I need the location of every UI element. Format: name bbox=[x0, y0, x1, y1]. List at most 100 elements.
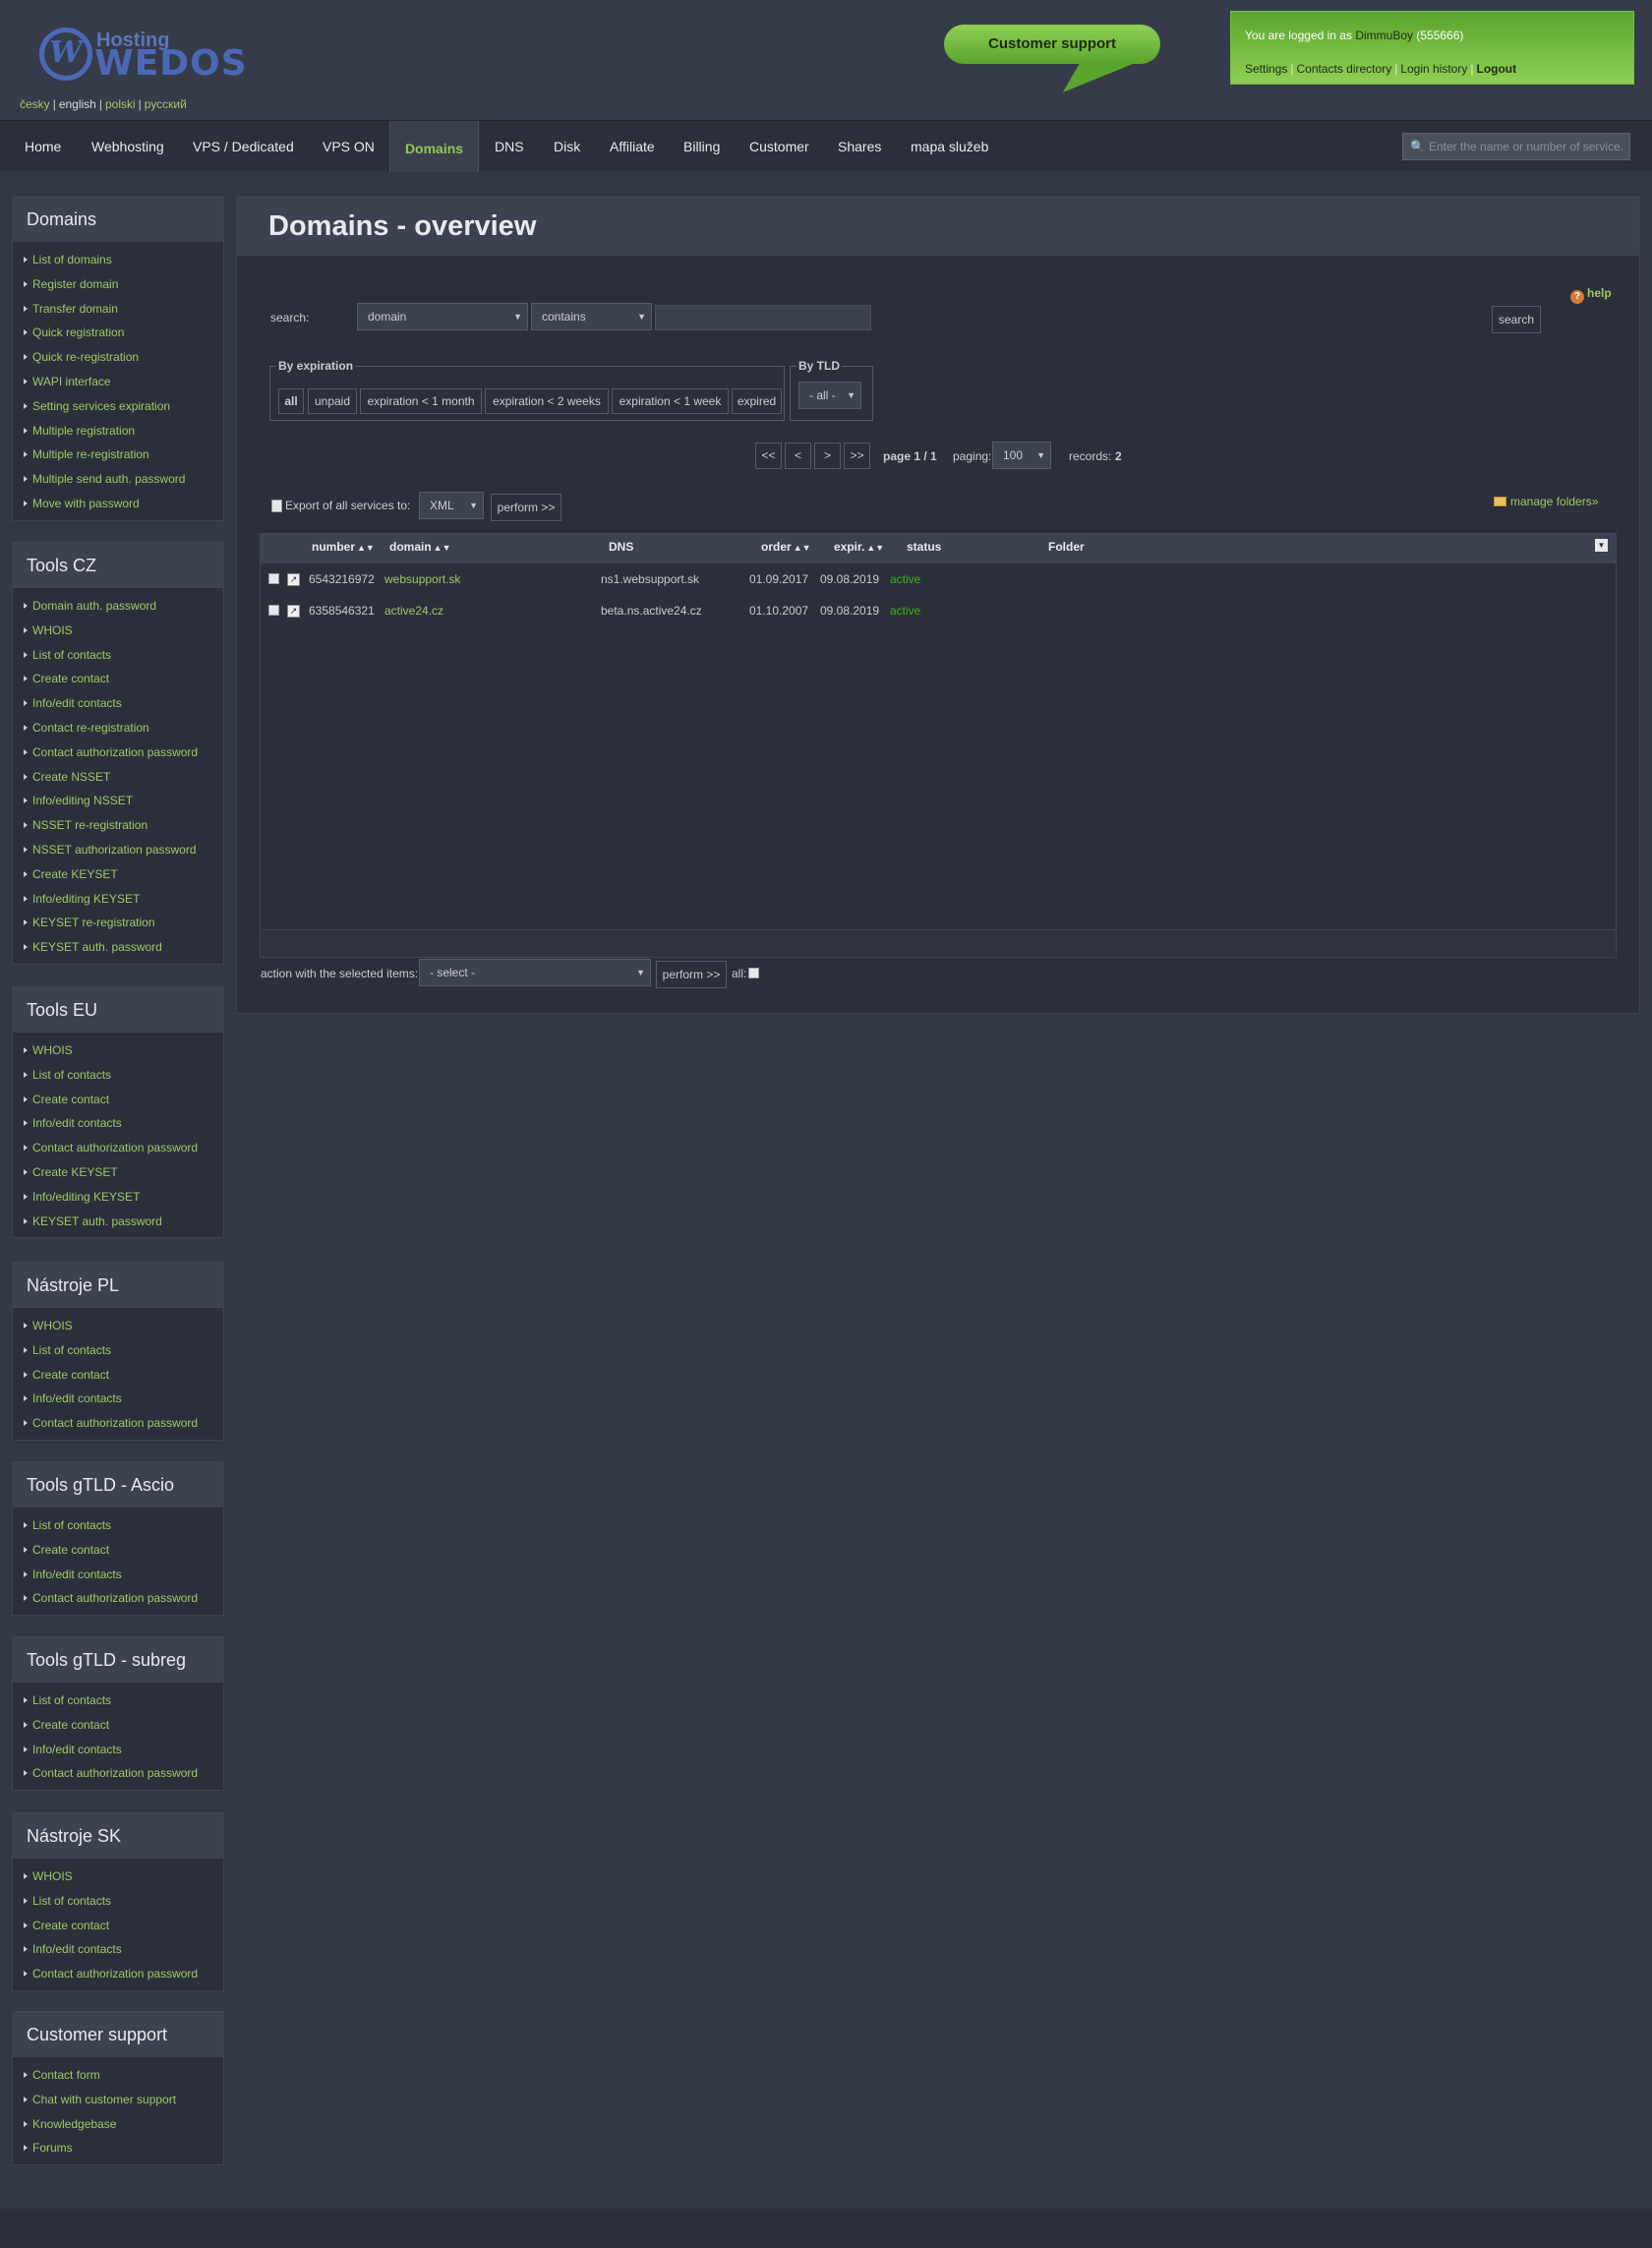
sidebar-item-label[interactable]: Create KEYSET bbox=[32, 867, 118, 881]
sidebar-item-label[interactable]: Contact authorization password bbox=[32, 1766, 198, 1780]
filter-all[interactable]: all bbox=[278, 388, 304, 414]
sidebar-item-label[interactable]: Create contact bbox=[32, 1368, 109, 1382]
sidebar-item-label[interactable]: Domain auth. password bbox=[32, 599, 156, 613]
sidebar-item[interactable]: Info/edit contacts bbox=[13, 1738, 223, 1762]
settings-link[interactable]: Settings bbox=[1245, 62, 1287, 76]
sidebar-item-label[interactable]: Create contact bbox=[32, 1919, 109, 1932]
action-perform-button[interactable]: perform >> bbox=[656, 961, 727, 988]
lang-czech[interactable]: česky bbox=[20, 97, 50, 111]
sidebar-item[interactable]: KEYSET auth. password bbox=[13, 1210, 223, 1234]
sidebar-item-label[interactable]: WHOIS bbox=[32, 1319, 73, 1332]
action-select[interactable]: - select - ▼ bbox=[419, 959, 651, 986]
sidebar-item-label[interactable]: Forums bbox=[32, 2141, 73, 2155]
sidebar-item[interactable]: List of contacts bbox=[13, 1338, 223, 1363]
nav-vps-on[interactable]: VPS ON bbox=[323, 121, 375, 172]
sidebar-item-label[interactable]: Register domain bbox=[32, 277, 118, 291]
col-number[interactable]: number ▲▼ bbox=[312, 534, 375, 563]
sidebar-item-label[interactable]: List of domains bbox=[32, 253, 112, 266]
sidebar-item-label[interactable]: Multiple send auth. password bbox=[32, 472, 185, 486]
sidebar-item[interactable]: Contact authorization password bbox=[13, 1962, 223, 1986]
pager-prev-button[interactable]: < bbox=[785, 443, 811, 469]
lang-russian[interactable]: русский bbox=[145, 97, 187, 111]
col-expir[interactable]: expir. ▲▼ bbox=[834, 534, 884, 563]
sidebar-item[interactable]: Quick re-registration bbox=[13, 345, 223, 370]
logout-link[interactable]: Logout bbox=[1476, 62, 1516, 76]
row-checkbox[interactable] bbox=[268, 573, 279, 584]
nav-shares[interactable]: Shares bbox=[838, 121, 881, 172]
sidebar-item[interactable]: Register domain bbox=[13, 272, 223, 297]
nav-webhosting[interactable]: Webhosting bbox=[91, 121, 164, 172]
customer-support-button[interactable]: Customer support bbox=[944, 25, 1160, 64]
sidebar-item-label[interactable]: KEYSET re-registration bbox=[32, 916, 155, 929]
sidebar-item-label[interactable]: Knowledgebase bbox=[32, 2117, 116, 2131]
sidebar-item[interactable]: WHOIS bbox=[13, 1314, 223, 1338]
sidebar-item-label[interactable]: Create KEYSET bbox=[32, 1165, 118, 1179]
sidebar-item-label[interactable]: Move with password bbox=[32, 497, 140, 510]
pager-next-button[interactable]: > bbox=[814, 443, 841, 469]
sidebar-item[interactable]: List of contacts bbox=[13, 1063, 223, 1088]
sidebar-item-label[interactable]: Create contact bbox=[32, 1718, 109, 1732]
sidebar-item[interactable]: Contact authorization password bbox=[13, 1411, 223, 1436]
sidebar-item[interactable]: Multiple send auth. password bbox=[13, 467, 223, 492]
tld-select[interactable]: - all - ▼ bbox=[798, 382, 861, 409]
sidebar-item[interactable]: WAPI interface bbox=[13, 370, 223, 394]
sidebar-item[interactable]: Create KEYSET bbox=[13, 862, 223, 887]
sidebar-item[interactable]: Contact authorization password bbox=[13, 1136, 223, 1160]
sidebar-item-label[interactable]: Contact authorization password bbox=[32, 1591, 198, 1605]
sidebar-item-label[interactable]: List of contacts bbox=[32, 1343, 111, 1357]
sidebar-item-label[interactable]: Info/edit contacts bbox=[32, 1116, 122, 1130]
sidebar-item[interactable]: Contact authorization password bbox=[13, 740, 223, 765]
sidebar-item-label[interactable]: KEYSET auth. password bbox=[32, 940, 162, 954]
sidebar-item-label[interactable]: Contact authorization password bbox=[32, 1967, 198, 1981]
nav-vps-dedicated[interactable]: VPS / Dedicated bbox=[193, 121, 294, 172]
help-link[interactable]: ? help bbox=[1570, 286, 1612, 304]
col-order[interactable]: order ▲▼ bbox=[761, 534, 811, 563]
sidebar-item[interactable]: List of domains bbox=[13, 248, 223, 272]
sidebar-item[interactable]: WHOIS bbox=[13, 1864, 223, 1889]
sidebar-item-label[interactable]: Transfer domain bbox=[32, 302, 118, 316]
filter-expiration-2-weeks[interactable]: expiration < 2 weeks bbox=[485, 388, 609, 414]
sidebar-item-label[interactable]: Contact authorization password bbox=[32, 745, 198, 759]
sidebar-item[interactable]: NSSET re-registration bbox=[13, 813, 223, 838]
wedos-logo[interactable]: W Hosting WEDOS bbox=[39, 24, 247, 84]
pager-last-button[interactable]: >> bbox=[844, 443, 870, 469]
table-row[interactable]: ↗ 6358546321 active24.cz beta.ns.active24.c… bbox=[261, 595, 1616, 626]
sort-arrows-icon[interactable]: ▲▼ bbox=[357, 543, 375, 553]
sidebar-item-label[interactable]: Chat with customer support bbox=[32, 2093, 176, 2106]
sidebar-item-label[interactable]: Multiple registration bbox=[32, 424, 135, 438]
filter-unpaid[interactable]: unpaid bbox=[308, 388, 357, 414]
sidebar-item-label[interactable]: Create contact bbox=[32, 672, 109, 685]
sidebar-item[interactable]: Create contact bbox=[13, 1914, 223, 1938]
filter-expiration-1-month[interactable]: expiration < 1 month bbox=[360, 388, 482, 414]
sidebar-item[interactable]: WHOIS bbox=[13, 619, 223, 643]
column-chooser-icon[interactable]: ▼ bbox=[1595, 539, 1608, 552]
sidebar-item-label[interactable]: Info/editing KEYSET bbox=[32, 1190, 140, 1204]
sidebar-item-label[interactable]: Multiple re-registration bbox=[32, 447, 149, 461]
sidebar-item-label[interactable]: Contact re-registration bbox=[32, 721, 149, 735]
lang-polish[interactable]: polski bbox=[105, 97, 136, 111]
sidebar-item[interactable]: WHOIS bbox=[13, 1038, 223, 1063]
search-field-select[interactable]: domain ▼ bbox=[357, 303, 528, 330]
cell-domain[interactable]: active24.cz bbox=[384, 595, 443, 626]
sidebar-item[interactable]: Info/editing KEYSET bbox=[13, 887, 223, 912]
sidebar-item[interactable]: Create KEYSET bbox=[13, 1160, 223, 1185]
contacts-directory-link[interactable]: Contacts directory bbox=[1296, 62, 1391, 76]
row-detail-icon[interactable]: ↗ bbox=[287, 573, 300, 586]
sidebar-item[interactable]: List of contacts bbox=[13, 1688, 223, 1713]
sidebar-item[interactable]: List of contacts bbox=[13, 643, 223, 668]
sidebar-item[interactable]: Contact authorization password bbox=[13, 1761, 223, 1786]
login-history-link[interactable]: Login history bbox=[1400, 62, 1467, 76]
sort-arrows-icon[interactable]: ▲▼ bbox=[434, 543, 451, 553]
sidebar-item-label[interactable]: Contact authorization password bbox=[32, 1141, 198, 1154]
sidebar-item-label[interactable]: Contact authorization password bbox=[32, 1416, 198, 1430]
sidebar-item-label[interactable]: NSSET re-registration bbox=[32, 818, 148, 832]
nav-dns[interactable]: DNS bbox=[495, 121, 524, 172]
nav-affiliate[interactable]: Affiliate bbox=[610, 121, 655, 172]
col-domain[interactable]: domain ▲▼ bbox=[389, 534, 451, 563]
nav-customer[interactable]: Customer bbox=[749, 121, 809, 172]
nav-billing[interactable]: Billing bbox=[683, 121, 720, 172]
nav-home[interactable]: Home bbox=[25, 121, 61, 172]
sidebar-item[interactable]: List of contacts bbox=[13, 1889, 223, 1914]
sidebar-item-label[interactable]: NSSET authorization password bbox=[32, 843, 197, 857]
sidebar-item-label[interactable]: Info/edit contacts bbox=[32, 1743, 122, 1756]
